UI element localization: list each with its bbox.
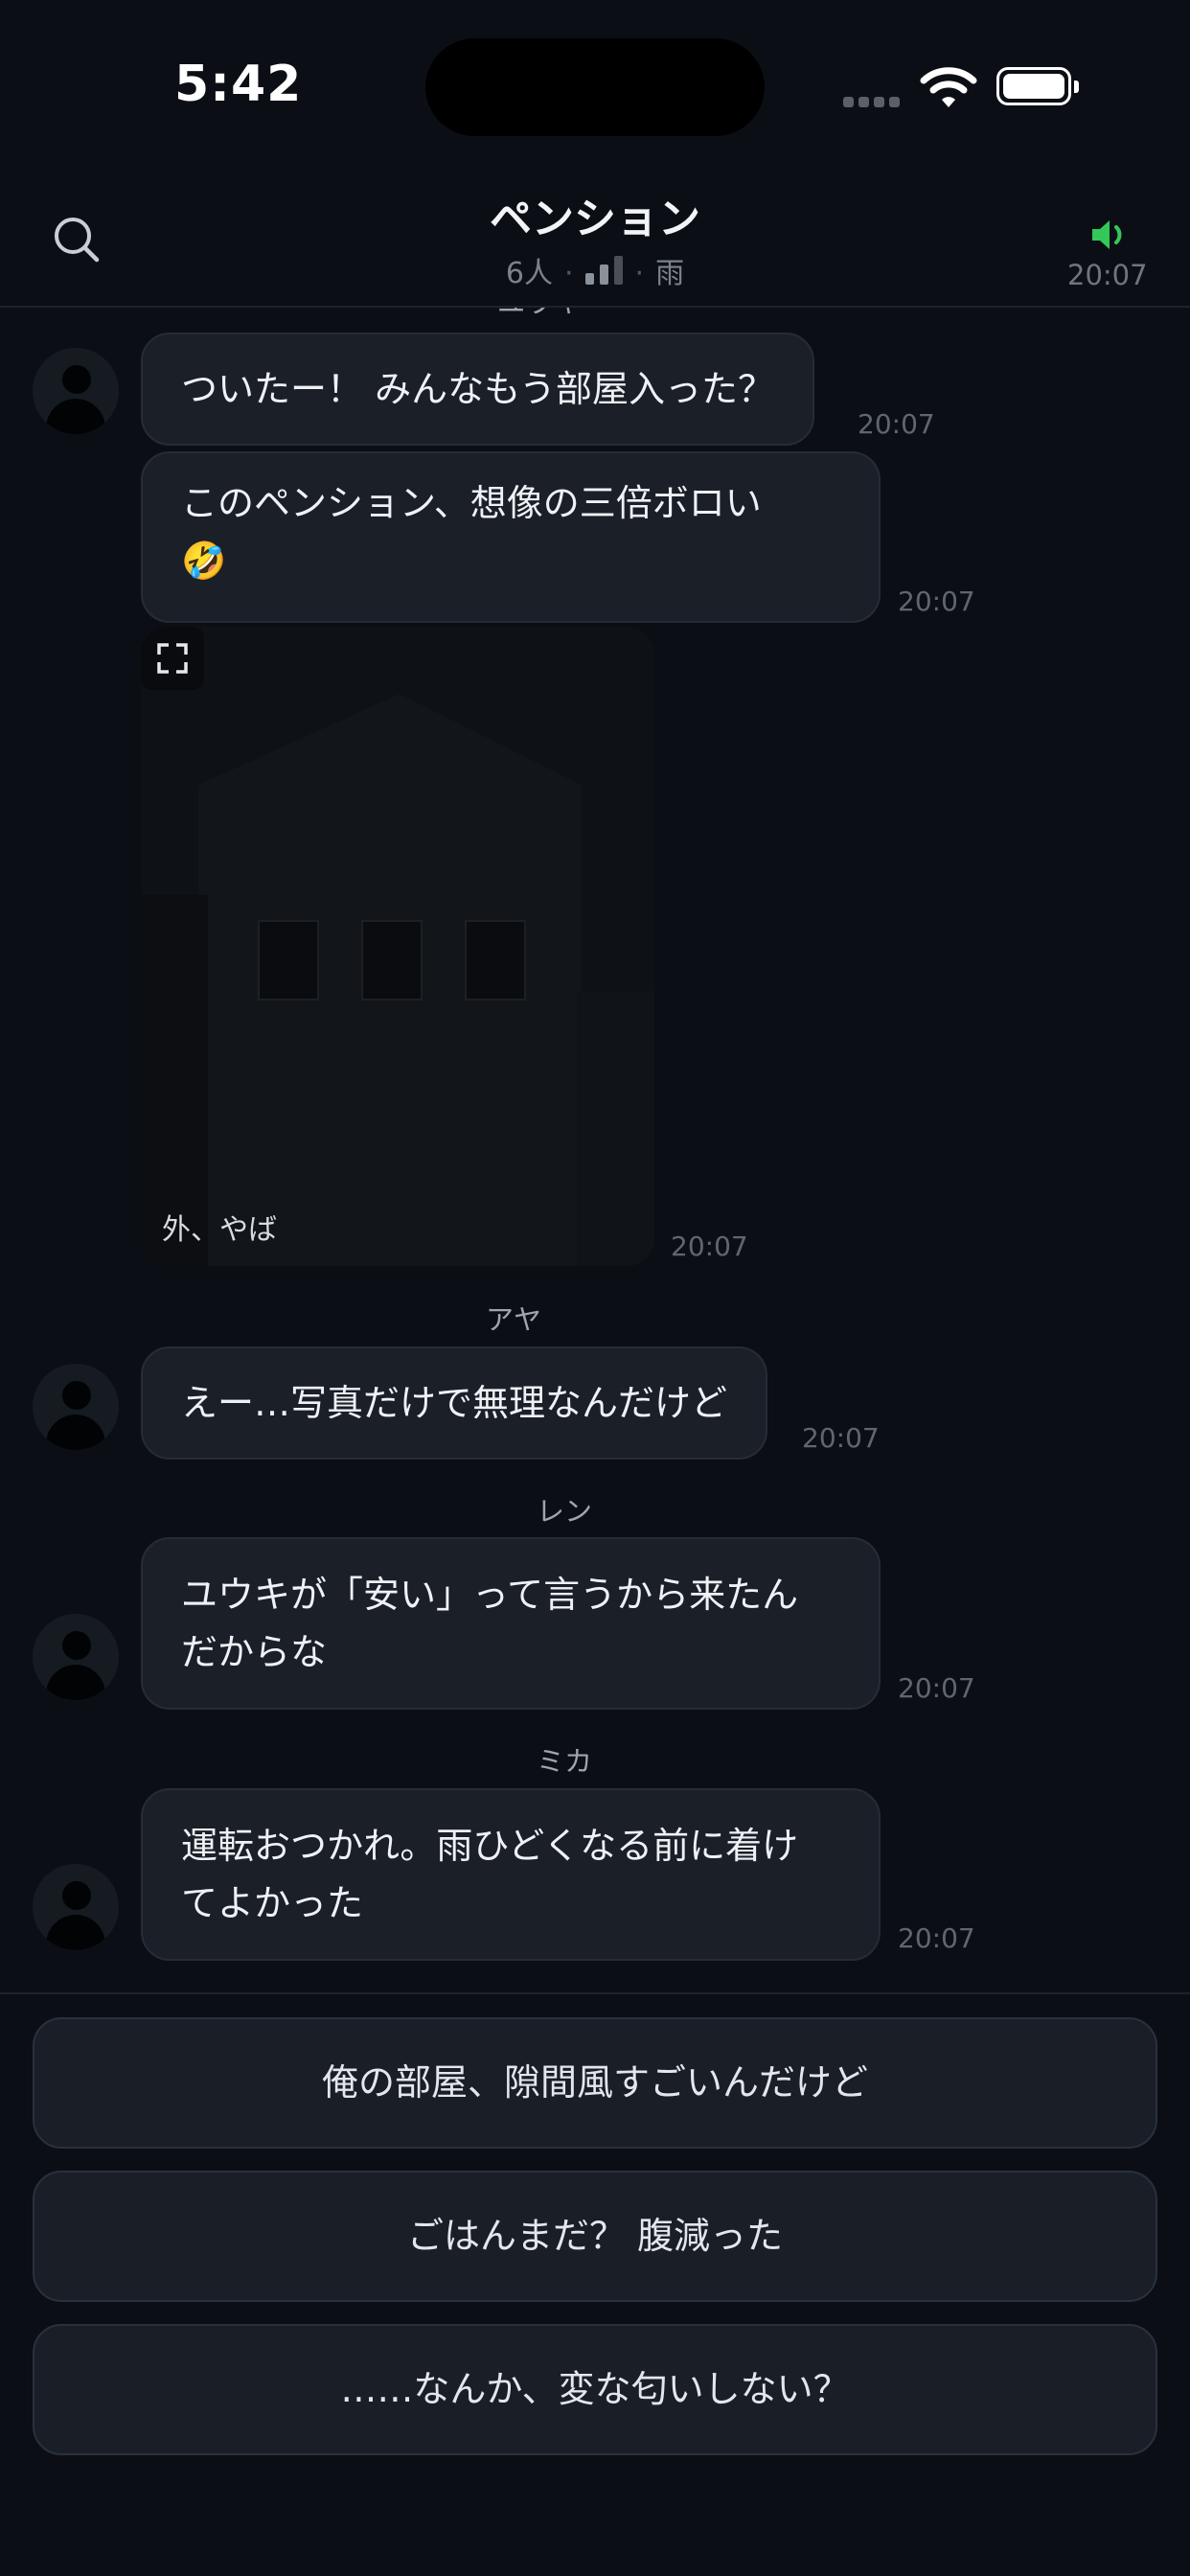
message-bubble[interactable]: えー…写真だけで無理なんだけど	[141, 1346, 768, 1460]
signal-bars-icon	[584, 256, 624, 285]
message-time: 20:07	[898, 1672, 975, 1704]
message-bubble[interactable]: ついたー！ みんなもう部屋入った？	[141, 333, 814, 446]
message-time: 20:07	[858, 408, 935, 440]
message-text: えー…写真だけで無理なんだけど	[181, 1382, 728, 1424]
message-bubble[interactable]: ユウキが「安い」って言うから来たん だからな	[141, 1537, 881, 1710]
message-list[interactable]: ユウキ ついたー！ みんなもう部屋入った？ 20:07 このペンション、想像の三…	[0, 308, 1190, 1992]
member-count: 6人	[505, 257, 553, 290]
sender-name: ユウキ	[497, 308, 581, 321]
chat-subtitle: 6人 · · 雨	[0, 249, 1190, 291]
message-time: 20:07	[898, 1922, 975, 1954]
message-text: このペンション、想像の三倍ボロい	[181, 482, 762, 524]
cellular-signal-icon	[843, 93, 904, 111]
status-time: 5:42	[174, 56, 303, 113]
photo-caption: 外、やば	[162, 1213, 277, 1247]
house-photo	[141, 627, 654, 1266]
separator-dot: ·	[634, 257, 645, 290]
sender-name: レン	[537, 1495, 593, 1528]
message-text: ユウキが「安い」って言うから来たん	[181, 1574, 799, 1616]
avatar[interactable]	[33, 1614, 119, 1700]
divider	[0, 1992, 1190, 1994]
message-text: だからな	[181, 1631, 328, 1673]
chat-title: ペンション	[490, 195, 700, 243]
message-time: 20:07	[898, 586, 975, 617]
avatar[interactable]	[33, 1864, 119, 1950]
choice-button[interactable]: 俺の部屋、隙間風すごいんだけど	[33, 2017, 1157, 2149]
status-bar: 5:42	[0, 0, 1190, 172]
separator-dot: ·	[564, 257, 574, 290]
message-time: 20:07	[671, 1230, 748, 1262]
message-text: てよかった	[181, 1882, 364, 1924]
sender-name: ミカ	[537, 1745, 593, 1778]
avatar[interactable]	[33, 1364, 119, 1450]
emoji: 🤣	[181, 540, 227, 582]
avatar[interactable]	[33, 348, 119, 434]
chat-header: ペンション 6人 · · 雨 20:07	[0, 172, 1190, 308]
wifi-icon	[920, 67, 977, 107]
speaker-icon[interactable]	[1090, 216, 1134, 254]
choice-button[interactable]: ごはんまだ？ 腹減った	[33, 2171, 1157, 2302]
weather-label: 雨	[655, 257, 685, 290]
message-bubble[interactable]: 運転おつかれ。雨ひどくなる前に着け てよかった	[141, 1788, 881, 1961]
sender-name: アヤ	[486, 1303, 542, 1336]
choice-button[interactable]: ……なんか、変な匂いしない？	[33, 2324, 1157, 2455]
message-time: 20:07	[802, 1422, 880, 1454]
dynamic-island	[425, 38, 765, 136]
message-bubble[interactable]: このペンション、想像の三倍ボロい 🤣	[141, 451, 881, 623]
photo-attachment[interactable]: 外、やば	[141, 627, 654, 1266]
header-time: 20:07	[1067, 259, 1148, 291]
expand-icon[interactable]	[141, 627, 204, 690]
battery-icon	[996, 67, 1079, 105]
message-text: ついたー！ みんなもう部屋入った？	[181, 368, 774, 410]
message-text: 運転おつかれ。雨ひどくなる前に着け	[181, 1825, 799, 1867]
